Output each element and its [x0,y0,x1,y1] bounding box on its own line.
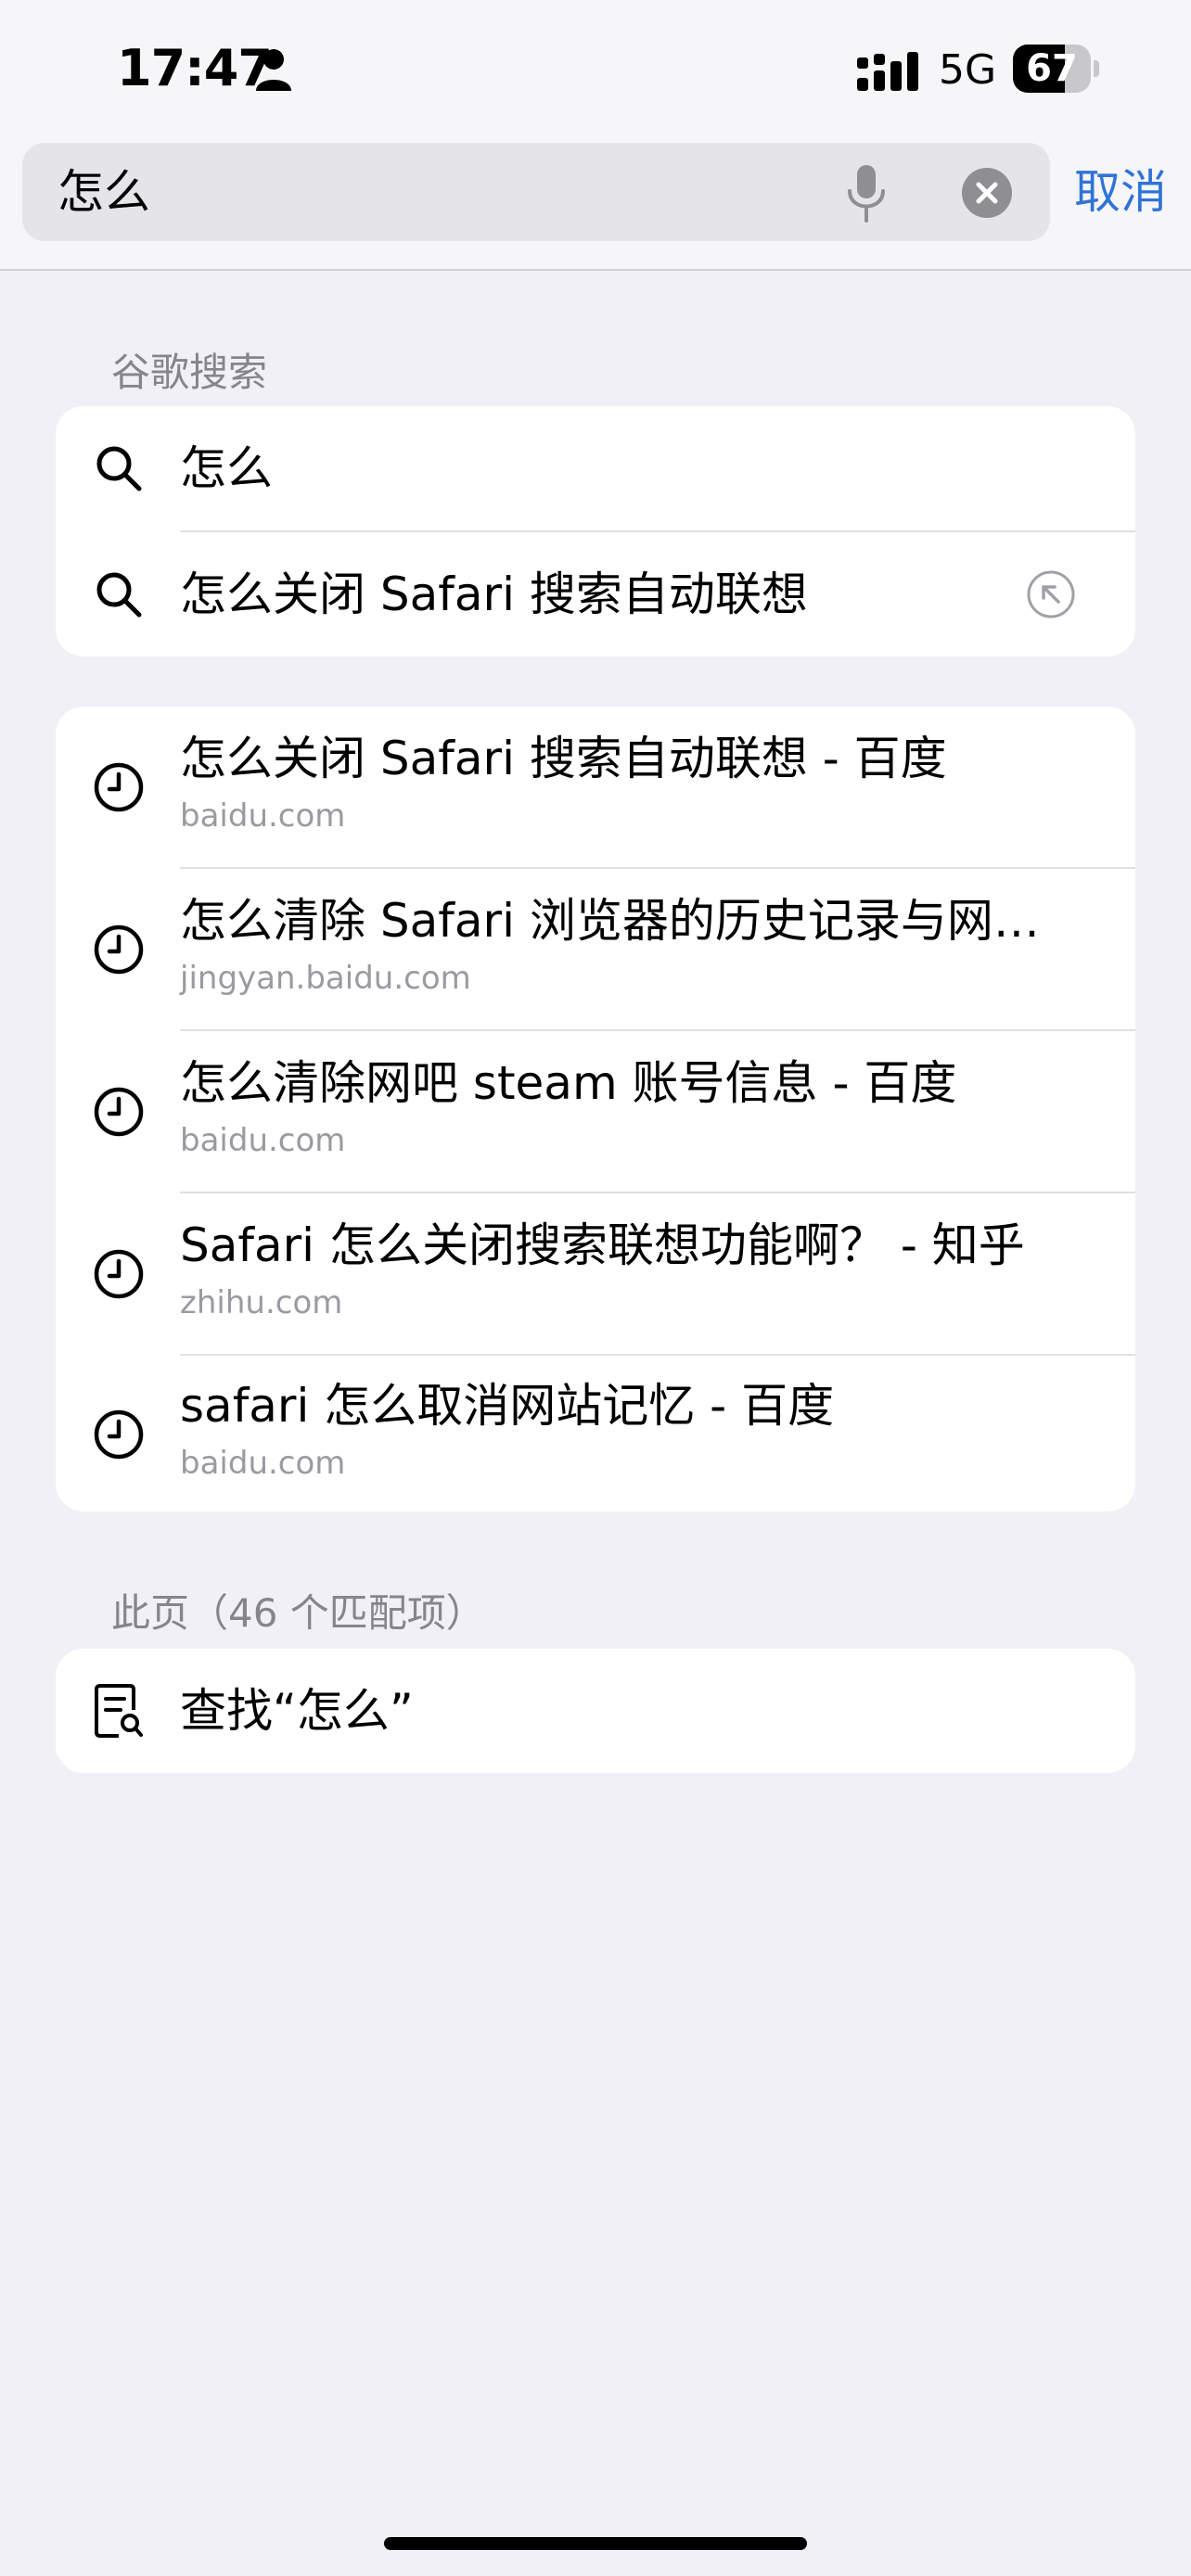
battery-percent: 67 [1026,47,1078,90]
suggestion-row[interactable]: 怎么 [56,406,1135,530]
find-in-page-row[interactable]: 查找“怎么” [56,1649,1135,1773]
status-time: 17:47 [117,39,273,97]
clock-icon [94,1249,144,1299]
clock-icon [94,1409,144,1460]
cancel-button[interactable]: 取消 [1074,159,1167,224]
search-input[interactable] [22,143,1050,241]
history-card: 怎么关闭 Safari 搜索自动联想 - 百度 baidu.com 怎么清除 S… [56,707,1135,1511]
history-url: zhihu.com [180,1284,343,1321]
history-title: safari 怎么取消网站记忆 - 百度 [180,1379,835,1433]
google-suggestions-card: 怎么 怎么关闭 Safari 搜索自动联想 [56,406,1135,657]
history-row[interactable]: Safari 怎么关闭搜索联想功能啊？ - 知乎 zhihu.com [56,1193,1135,1354]
history-row[interactable]: 怎么清除网吧 steam 账号信息 - 百度 baidu.com [56,1031,1135,1192]
find-in-page-icon [95,1684,143,1738]
clock-icon [94,1087,144,1137]
history-title: 怎么清除网吧 steam 账号信息 - 百度 [180,1056,957,1110]
arrow-up-left-icon[interactable] [1026,569,1076,619]
find-in-page-label: 查找“怎么” [180,1684,414,1738]
network-type: 5G [939,46,997,94]
home-indicator[interactable] [384,2537,807,2550]
history-title: Safari 怎么关闭搜索联想功能啊？ - 知乎 [180,1218,1025,1272]
suggestion-text: 怎么关闭 Safari 搜索自动联想 [180,567,808,621]
suggestion-row[interactable]: 怎么关闭 Safari 搜索自动联想 [56,532,1135,657]
history-url: jingyan.baidu.com [180,960,471,997]
history-row[interactable]: safari 怎么取消网站记忆 - 百度 baidu.com [56,1356,1135,1511]
battery-icon: 67 [1013,45,1099,93]
clear-icon[interactable] [962,168,1012,218]
mic-icon[interactable] [844,163,889,223]
page-section-header: 此页（46 个匹配项） [111,1590,485,1636]
history-row[interactable]: 怎么关闭 Safari 搜索自动联想 - 百度 baidu.com [56,707,1135,867]
history-url: baidu.com [180,1122,346,1159]
search-icon [96,572,142,618]
search-query-text[interactable]: 怎么 [58,159,150,224]
google-section-header: 谷歌搜索 [111,350,268,395]
find-in-page-card: 查找“怎么” [56,1649,1135,1773]
history-row[interactable]: 怎么清除 Safari 浏览器的历史记录与网… jingyan.baidu.co… [56,869,1135,1029]
search-icon [96,446,142,491]
clock-icon [94,925,144,975]
history-title: 怎么清除 Safari 浏览器的历史记录与网… [180,894,1040,948]
person-icon [256,49,291,91]
history-url: baidu.com [180,1445,346,1482]
history-title: 怎么关闭 Safari 搜索自动联想 - 百度 [180,732,947,785]
history-url: baidu.com [180,797,346,835]
clock-icon [94,762,144,812]
suggestion-text: 怎么 [180,441,273,495]
